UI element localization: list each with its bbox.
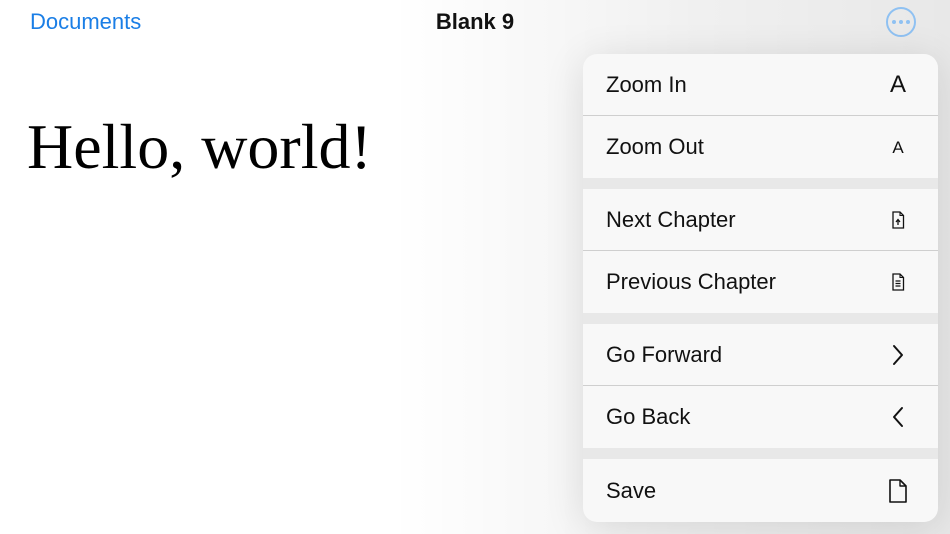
ellipsis-dot-icon <box>899 20 903 24</box>
app-screen: Documents Blank 9 Hello, world! Zoom In … <box>0 0 950 534</box>
menu-item-label: Go Back <box>606 404 691 429</box>
menu-item-save[interactable]: Save <box>583 459 938 522</box>
menu-item-previous-chapter[interactable]: Previous Chapter <box>583 251 938 313</box>
chevron-left-icon <box>886 404 910 430</box>
document-icon <box>886 478 910 504</box>
document-body-text[interactable]: Hello, world! <box>27 111 372 182</box>
document-previous-icon <box>886 269 910 295</box>
menu-item-label: Next Chapter <box>606 206 736 232</box>
chevron-right-icon <box>886 342 910 368</box>
more-button[interactable] <box>886 7 916 37</box>
page-title: Blank 9 <box>435 9 515 34</box>
document-next-icon <box>886 207 910 233</box>
text-size-large-icon: A <box>889 70 906 98</box>
menu-item-zoom-out[interactable]: Zoom Out A <box>583 116 938 178</box>
text-size-small-icon: A <box>892 137 904 157</box>
menu-item-zoom-in[interactable]: Zoom In A <box>583 54 938 115</box>
menu-item-go-forward[interactable]: Go Forward <box>583 324 938 385</box>
menu-item-label: Zoom In <box>606 71 687 97</box>
actions-menu: Zoom In A Zoom Out A Next Chapter Previo… <box>583 54 938 522</box>
menu-item-label: Save <box>606 477 657 503</box>
ellipsis-dot-icon <box>892 20 896 24</box>
menu-item-label: Go Forward <box>606 341 723 367</box>
menu-item-label: Zoom Out <box>606 134 704 159</box>
menu-item-label: Previous Chapter <box>606 269 776 294</box>
ellipsis-dot-icon <box>906 20 910 24</box>
menu-item-go-back[interactable]: Go Back <box>583 386 938 448</box>
menu-item-next-chapter[interactable]: Next Chapter <box>583 189 938 250</box>
